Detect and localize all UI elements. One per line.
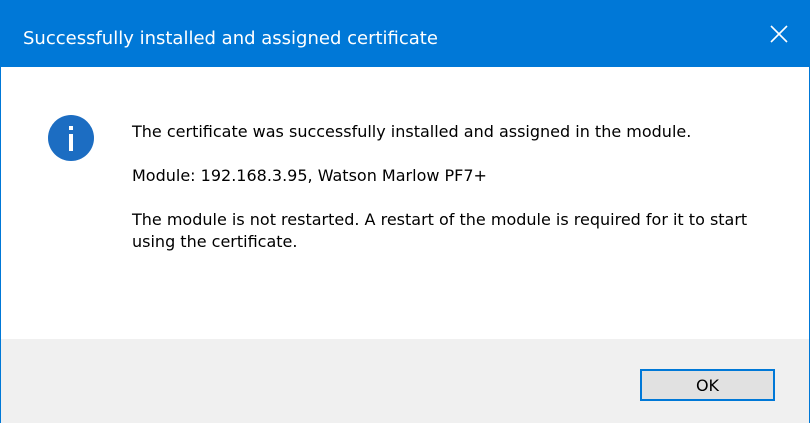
close-icon	[770, 25, 788, 43]
message-line-module: Module: 192.168.3.95, Watson Marlow PF7+	[132, 166, 487, 185]
button-bar: OK	[1, 339, 809, 423]
ok-button[interactable]: OK	[640, 369, 775, 401]
title-bar[interactable]: Successfully installed and assigned cert…	[1, 1, 809, 67]
window-title: Successfully installed and assigned cert…	[23, 28, 438, 49]
focus-rect	[643, 372, 772, 398]
dialog-content: The certificate was successfully install…	[1, 67, 809, 339]
message-line-restart: The module is not restarted. A restart o…	[132, 210, 748, 251]
message-line-installed: The certificate was successfully install…	[132, 122, 692, 141]
close-button[interactable]	[749, 1, 809, 67]
message-text: The certificate was successfully install…	[132, 121, 772, 253]
info-icon	[48, 115, 94, 161]
message-dialog: Successfully installed and assigned cert…	[0, 0, 810, 423]
